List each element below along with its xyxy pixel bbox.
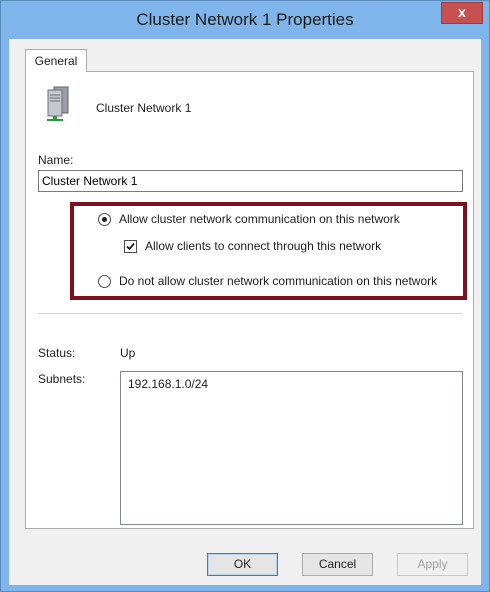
close-icon: x [458,4,466,20]
separator [38,313,463,314]
apply-button[interactable]: Apply [397,553,468,576]
disallow-cluster-comm-radio[interactable] [98,274,111,288]
server-network-icon [44,86,72,122]
name-input[interactable] [38,170,463,192]
properties-dialog: Cluster Network 1 Properties x General C… [0,0,490,592]
name-label: Name: [38,153,74,167]
allow-clients-option[interactable]: Allow clients to connect through this ne… [124,239,381,253]
tab-general[interactable]: General [25,49,87,72]
subnets-label: Subnets: [38,372,86,386]
checkmark-icon [126,242,135,250]
ok-button[interactable]: OK [207,553,278,576]
subnets-list[interactable]: 192.168.1.0/24 [120,371,463,525]
dialog-client-area: General Cluster Network 1 Name: Cluster … [9,39,481,585]
allow-clients-checkbox[interactable] [124,239,137,253]
status-value: Up [120,346,136,360]
network-name-heading: Cluster Network 1 [96,101,192,115]
subnet-item[interactable]: 192.168.1.0/24 [128,376,455,392]
status-label: Status: [38,346,76,360]
allow-clients-label: Allow clients to connect through this ne… [145,239,382,253]
general-tab-panel: Cluster Network 1 Name: Allow cluster ne… [25,71,474,529]
disallow-cluster-comm-label: Do not allow cluster network communicati… [119,274,438,288]
title-bar[interactable]: Cluster Network 1 Properties x [1,1,489,39]
window-title: Cluster Network 1 Properties [136,10,354,29]
allow-cluster-comm-radio[interactable] [98,212,111,226]
cancel-button[interactable]: Cancel [302,553,373,576]
close-button[interactable]: x [441,2,483,24]
allow-cluster-comm-option[interactable]: Allow cluster network communication on t… [98,212,400,226]
allow-cluster-comm-label: Allow cluster network communication on t… [119,212,400,226]
disallow-cluster-comm-option[interactable]: Do not allow cluster network communicati… [98,274,437,288]
